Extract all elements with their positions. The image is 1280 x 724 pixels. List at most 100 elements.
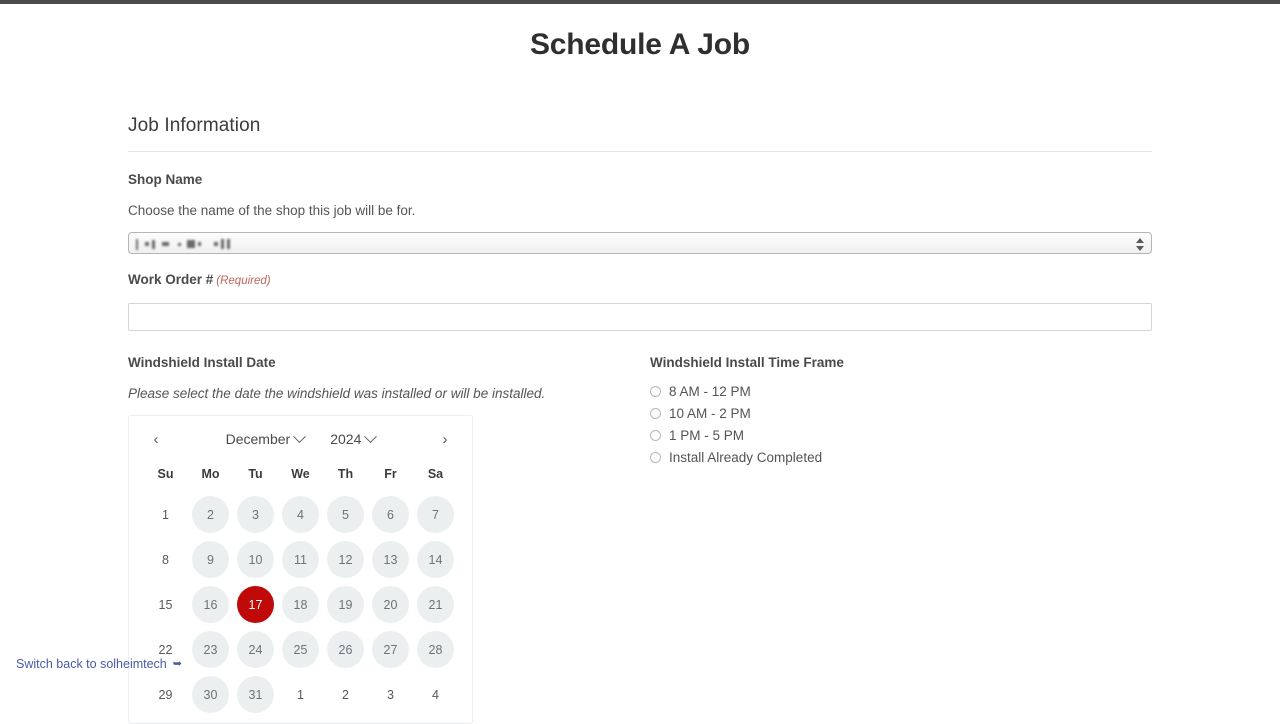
calendar-day-3[interactable]: 3 [233,492,278,537]
calendar-month-label: December [225,431,291,447]
time-frame-option-label: 8 AM - 12 PM [669,384,751,399]
calendar-day-17[interactable]: 17 [233,582,278,627]
page-title: Schedule A Job [529,28,751,62]
admin-bar [0,0,1280,4]
radio-icon[interactable] [650,452,661,463]
calendar-day-number: 11 [282,541,319,578]
install-date-description: Please select the date the windshield wa… [128,386,546,401]
work-order-required-note: (Required) [216,275,271,287]
time-frame-option-label: 1 PM - 5 PM [669,428,745,443]
time-frame-radio-group: 8 AM - 12 PM 10 AM - 2 PM 1 PM - 5 PM Insta… [650,384,1152,465]
time-frame-option-1[interactable]: 10 AM - 2 PM [650,406,1152,421]
calendar-day-2[interactable]: 2 [188,492,233,537]
calendar-day-30[interactable]: 30 [188,672,233,717]
calendar-day-number: 5 [327,496,364,533]
calendar-day-5[interactable]: 5 [323,492,368,537]
switch-back-link[interactable]: Switch back to solheimtech ➥ [16,657,182,671]
calendar-day-number: 4 [432,687,439,702]
calendar-day-10[interactable]: 10 [233,537,278,582]
time-frame-column: Windshield Install Time Frame 8 AM - 12 … [650,355,1152,724]
calendar-day-12[interactable]: 12 [323,537,368,582]
calendar-day-number: 26 [327,631,364,668]
calendar-dow-tu: Tu [248,467,263,481]
calendar-day-number: 19 [327,586,364,623]
calendar-day-number: 24 [237,631,274,668]
radio-icon[interactable] [650,408,661,419]
chevron-down-icon [364,429,378,443]
calendar-day-number: 31 [237,676,274,713]
calendar-day-number: 3 [387,687,394,702]
calendar-month-dropdown[interactable]: December [225,429,307,447]
calendar-day-19[interactable]: 19 [323,582,368,627]
calendar-day-number: 27 [372,631,409,668]
calendar-day-23[interactable]: 23 [188,627,233,672]
calendar-prev-month-icon[interactable]: ‹ [145,428,167,450]
calendar-dow-sa: Sa [427,467,444,481]
shop-name-stepper-icon[interactable] [1133,235,1147,253]
calendar-day-26[interactable]: 26 [323,627,368,672]
calendar-day-11[interactable]: 11 [278,537,323,582]
calendar-year-dropdown[interactable]: 2024 [330,429,378,447]
calendar-day-number: 9 [192,541,229,578]
calendar-day-number: 25 [282,631,319,668]
calendar-day-21[interactable]: 21 [413,582,458,627]
calendar-day-number: 6 [372,496,409,533]
calendar-day-number: 16 [192,586,229,623]
work-order-input[interactable] [128,303,1152,331]
time-frame-option-0[interactable]: 8 AM - 12 PM [650,384,1152,399]
calendar-day-number: 2 [192,496,229,533]
calendar-day-grid: 1 2 3 4 5 6 7 8 9 10 11 12 13 14 15 16 17 18 19 20 21 22 23 24 2… [129,492,472,717]
calendar-day-headers: Su Mo Tu We Th Fr Sa [129,462,472,486]
calendar-day-28[interactable]: 28 [413,627,458,672]
calendar-day-25[interactable]: 25 [278,627,323,672]
calendar-day-24[interactable]: 24 [233,627,278,672]
time-frame-option-3[interactable]: Install Already Completed [650,450,1152,465]
calendar-day-number: 12 [327,541,364,578]
calendar-day-number: 1 [297,687,304,702]
calendar-day-number: 8 [162,552,169,567]
calendar-day-7[interactable]: 7 [413,492,458,537]
calendar-day-number: 18 [282,586,319,623]
shop-name-description: Choose the name of the shop this job wil… [128,203,416,218]
work-order-label: Work Order # (Required) [128,272,1152,287]
section-divider [128,151,1152,152]
calendar-day-20[interactable]: 20 [368,582,413,627]
calendar-day-number: 10 [237,541,274,578]
calendar-dow-we: We [291,467,310,481]
shop-name-selected-value [136,237,230,251]
calendar-day-4[interactable]: 4 [278,492,323,537]
install-date-label: Windshield Install Date [128,355,276,370]
radio-icon[interactable] [650,386,661,397]
calendar-day-number: 28 [417,631,454,668]
shop-name-label: Shop Name [128,172,203,187]
calendar-next-month-icon[interactable]: › [434,428,456,450]
calendar-dow-th: Th [337,467,354,481]
calendar-day-8: 8 [143,537,188,582]
calendar-day-31[interactable]: 31 [233,672,278,717]
calendar-day-18[interactable]: 18 [278,582,323,627]
calendar-day-27[interactable]: 27 [368,627,413,672]
shop-name-select[interactable] [128,232,1152,254]
calendar-day-1: 1 [278,672,323,717]
calendar-day-number: 15 [158,597,173,612]
install-date-column: Windshield Install Date Please select th… [128,355,650,724]
calendar-day-9[interactable]: 9 [188,537,233,582]
calendar-day-number: 30 [192,676,229,713]
calendar-day-29: 29 [143,672,188,717]
time-frame-option-label: 10 AM - 2 PM [669,406,751,421]
date-picker-calendar: ‹ December 2024 › Su Mo Tu We Th Fr Sa 1… [128,415,473,724]
time-frame-option-label: Install Already Completed [669,450,823,465]
time-frame-label: Windshield Install Time Frame [650,355,844,370]
schedule-job-form: Job Information Shop Name Choose the nam… [128,115,1152,724]
calendar-day-16[interactable]: 16 [188,582,233,627]
calendar-day-6[interactable]: 6 [368,492,413,537]
calendar-day-3: 3 [368,672,413,717]
calendar-day-number: 29 [158,687,173,702]
calendar-day-number: 2 [342,687,349,702]
time-frame-option-2[interactable]: 1 PM - 5 PM [650,428,1152,443]
calendar-day-14[interactable]: 14 [413,537,458,582]
radio-icon[interactable] [650,430,661,441]
calendar-dow-su: Su [157,467,174,481]
calendar-day-number: 7 [417,496,454,533]
calendar-day-13[interactable]: 13 [368,537,413,582]
